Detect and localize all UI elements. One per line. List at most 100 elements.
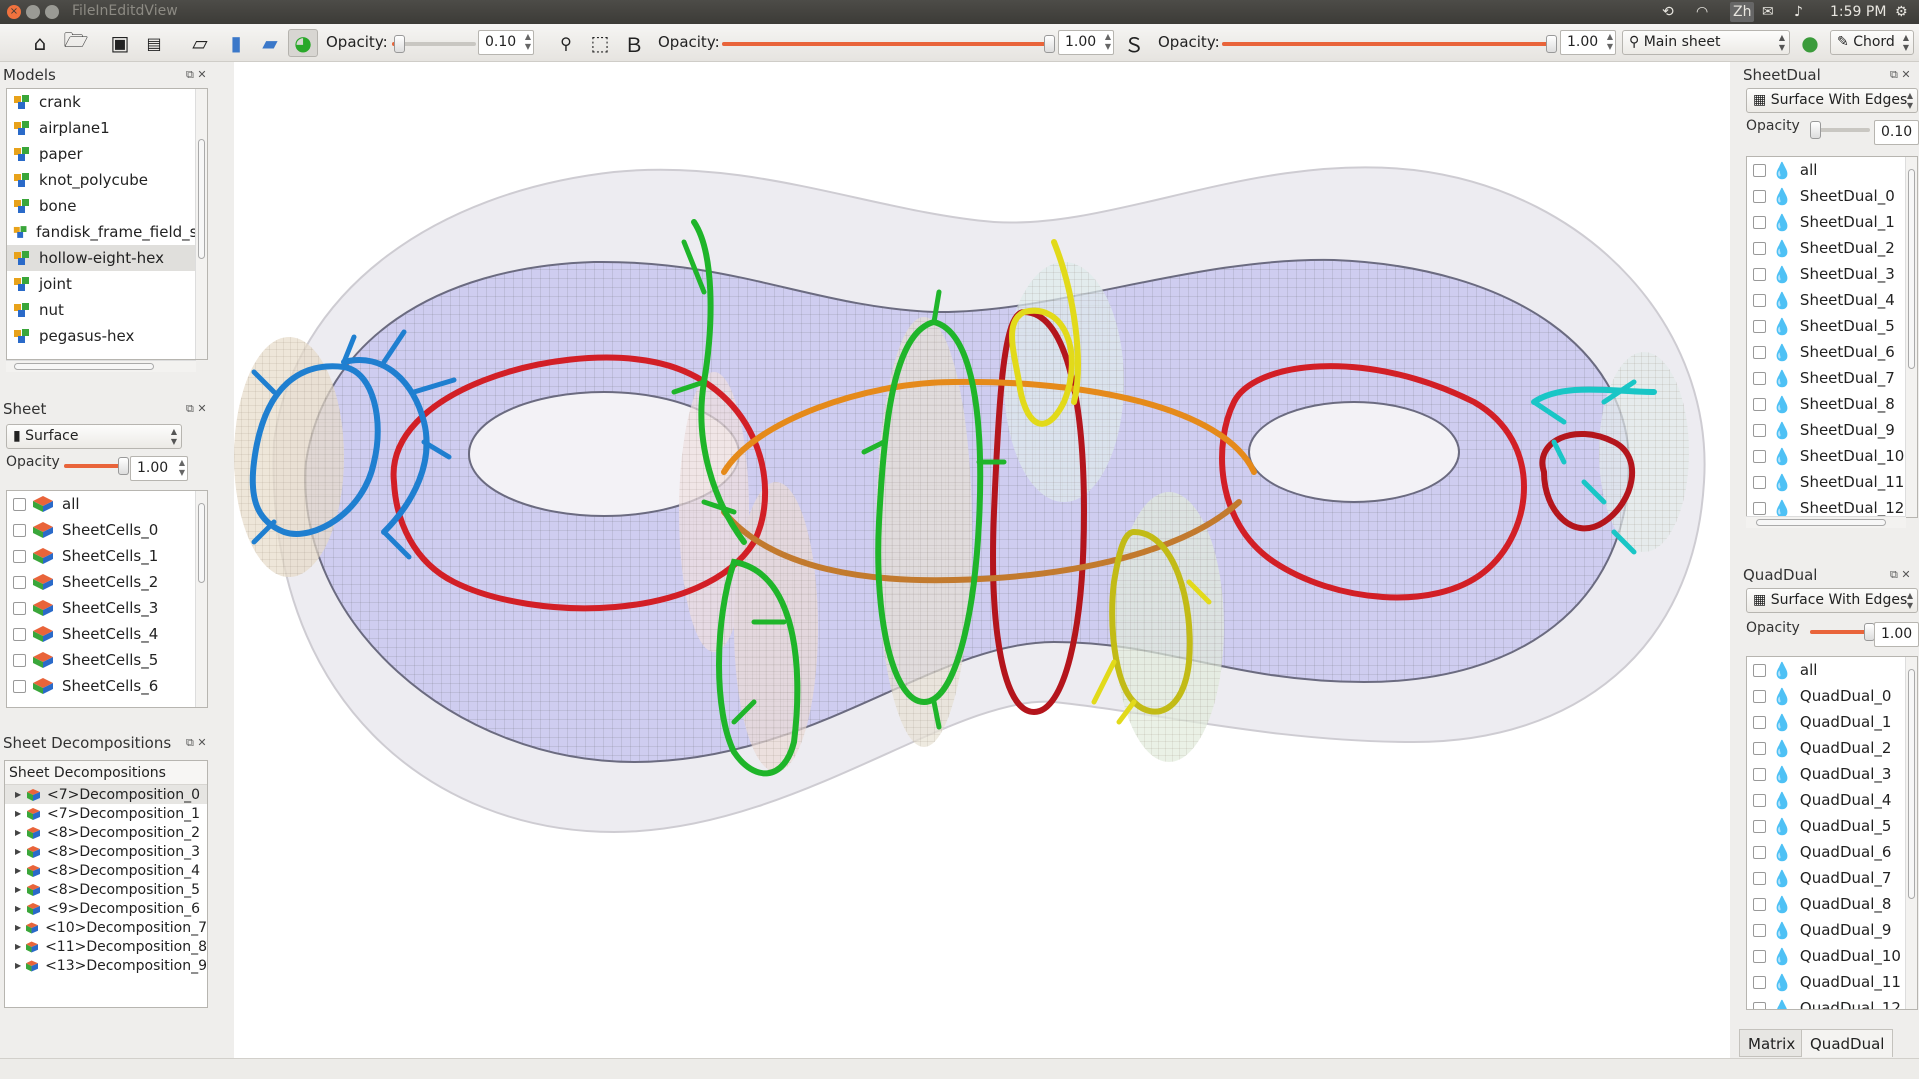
sheet-render-select[interactable]: ▮ Surface ▲ ▼ [6,424,182,449]
checkbox[interactable] [1753,845,1766,859]
opacity3-spinbox[interactable]: 1.00 ▲ ▼ [1560,30,1616,55]
checkbox[interactable] [1753,871,1766,885]
decomposition-item[interactable]: ▶ <7>Decomposition_1 [5,804,207,823]
sheetdual-item[interactable]: 💧 SheetDual_9 [1747,417,1917,443]
home-icon[interactable]: ⌂ [26,29,54,57]
dock-float-close-icon[interactable]: ⧉ ✕ [1890,68,1911,82]
opacity2-slider[interactable] [722,35,1055,53]
quaddual-opacity-spinbox[interactable]: 1.00 [1874,622,1919,647]
volume-icon[interactable]: ♪ [1794,2,1803,22]
expand-arrow-icon[interactable]: ▶ [15,885,27,894]
checkbox[interactable] [1753,215,1766,229]
quaddual-render-select[interactable]: ▦ Surface With Edges ▲ ▼ [1746,588,1918,613]
opacity2-spinbox[interactable]: 1.00 ▲ ▼ [1058,30,1114,55]
expand-arrow-icon[interactable]: ▶ [15,866,27,875]
sheet-cell-item[interactable]: SheetCells_4 [7,621,207,647]
checkbox[interactable] [1753,715,1766,729]
quaddual-item[interactable]: 💧 QuadDual_9 [1747,917,1917,943]
model-item[interactable]: fandisk_frame_field_sh [7,219,207,245]
decomposition-item[interactable]: ▶ <8>Decomposition_2 [5,823,207,842]
sheetdual-item[interactable]: 💧 SheetDual_12 [1747,495,1917,517]
sheetdual-item[interactable]: 💧 SheetDual_6 [1747,339,1917,365]
checkbox[interactable] [1753,267,1766,281]
sheetdual-item[interactable]: 💧 SheetDual_2 [1747,235,1917,261]
sheet-opacity-spinbox[interactable]: 1.00 ▲ ▼ [130,456,188,481]
surface-edges-icon[interactable]: ▰ [256,29,284,57]
checkbox[interactable] [1753,189,1766,203]
ime-indicator[interactable]: Zh [1730,2,1755,22]
sheetdual-opacity-slider[interactable] [1810,121,1870,139]
dock-float-close-icon[interactable]: ⧉ ✕ [1890,568,1911,582]
model-item[interactable]: nut [7,297,207,323]
expand-arrow-icon[interactable]: ▶ [15,904,27,913]
wireframe-icon[interactable]: ▱ [186,29,214,57]
models-scrollbar[interactable] [195,89,207,359]
checkbox[interactable] [1753,293,1766,307]
sheet-scrollbar[interactable] [195,491,207,707]
checkbox[interactable] [13,523,26,537]
checkbox[interactable] [1753,663,1766,677]
checkbox[interactable] [1753,475,1766,489]
tab-quaddual[interactable]: QuadDual [1801,1029,1894,1057]
gear-icon[interactable]: ⚙ [1895,2,1908,22]
pick-icon[interactable]: ⚲ [552,29,580,57]
checkbox[interactable] [1753,975,1766,989]
model-item[interactable]: bone [7,193,207,219]
s-tool-icon[interactable]: Ｓ [1120,29,1148,57]
sheetdual-item[interactable]: 💧 SheetDual_1 [1747,209,1917,235]
sheetdual-item[interactable]: 💧 SheetDual_3 [1747,261,1917,287]
tab-matrix[interactable]: Matrix [1739,1029,1805,1057]
quaddual-item[interactable]: 💧 QuadDual_1 [1747,709,1917,735]
mode-select[interactable]: ✎ Chord ▲ ▼ [1830,30,1914,55]
quaddual-item[interactable]: 💧 QuadDual_5 [1747,813,1917,839]
sheetdual-item[interactable]: 💧 all [1747,157,1917,183]
box-icon[interactable]: ⬚ [586,29,614,57]
checkbox[interactable] [13,653,26,667]
opacity3-slider[interactable] [1222,35,1557,53]
checkbox[interactable] [1753,1001,1766,1009]
expand-arrow-icon[interactable]: ▶ [15,809,27,818]
quaddual-item[interactable]: 💧 QuadDual_11 [1747,969,1917,995]
decomposition-item[interactable]: ▶ <8>Decomposition_4 [5,861,207,880]
decomposition-item[interactable]: ▶ <8>Decomposition_5 [5,880,207,899]
checkbox[interactable] [13,549,26,563]
shading-toggle-icon[interactable]: ◕ [288,29,318,57]
quaddual-item[interactable]: 💧 QuadDual_0 [1747,683,1917,709]
opacity1-spinbox[interactable]: 0.10 ▲ ▼ [478,30,534,55]
save-all-icon[interactable]: ▤ [140,29,168,57]
color-sphere-icon[interactable]: ● [1796,29,1824,57]
sheet-opacity-slider[interactable] [64,457,129,475]
close-window-button[interactable]: × [7,5,21,19]
sheetdual-item[interactable]: 💧 SheetDual_11 [1747,469,1917,495]
mail-icon[interactable]: ✉ [1762,2,1774,22]
minimize-window-button[interactable] [26,5,40,19]
quaddual-item[interactable]: 💧 QuadDual_10 [1747,943,1917,969]
model-item[interactable]: knot_polycube [7,167,207,193]
save-icon[interactable]: ▣ [106,29,134,57]
decomposition-item[interactable]: ▶ <8>Decomposition_3 [5,842,207,861]
checkbox[interactable] [1753,449,1766,463]
expand-arrow-icon[interactable]: ▶ [15,790,27,799]
quaddual-item[interactable]: 💧 QuadDual_8 [1747,891,1917,917]
decomposition-item[interactable]: ▶ <10>Decomposition_7 [5,918,207,937]
checkbox[interactable] [1753,689,1766,703]
expand-arrow-icon[interactable]: ▶ [15,942,26,951]
checkbox[interactable] [1753,767,1766,781]
sheetdual-opacity-spinbox[interactable]: 0.10 [1874,120,1919,145]
quaddual-item[interactable]: 💧 all [1747,657,1917,683]
decomposition-item[interactable]: ▶ <13>Decomposition_9 [5,956,207,975]
sheet-cell-item[interactable]: SheetCells_5 [7,647,207,673]
dock-float-close-icon[interactable]: ⧉ ✕ [186,68,207,82]
checkbox[interactable] [1753,501,1766,515]
surface-icon[interactable]: ▮ [222,29,250,57]
model-item[interactable]: airplane1 [7,115,207,141]
model-item[interactable]: crank [7,89,207,115]
checkbox[interactable] [1753,345,1766,359]
quaddual-item[interactable]: 💧 QuadDual_6 [1747,839,1917,865]
quaddual-item[interactable]: 💧 QuadDual_12 [1747,995,1917,1009]
checkbox[interactable] [1753,423,1766,437]
sheetdual-item[interactable]: 💧 SheetDual_5 [1747,313,1917,339]
models-hscrollbar[interactable] [6,360,196,372]
sheetdual-item[interactable]: 💧 SheetDual_4 [1747,287,1917,313]
dock-float-close-icon[interactable]: ⧉ ✕ [186,736,207,750]
